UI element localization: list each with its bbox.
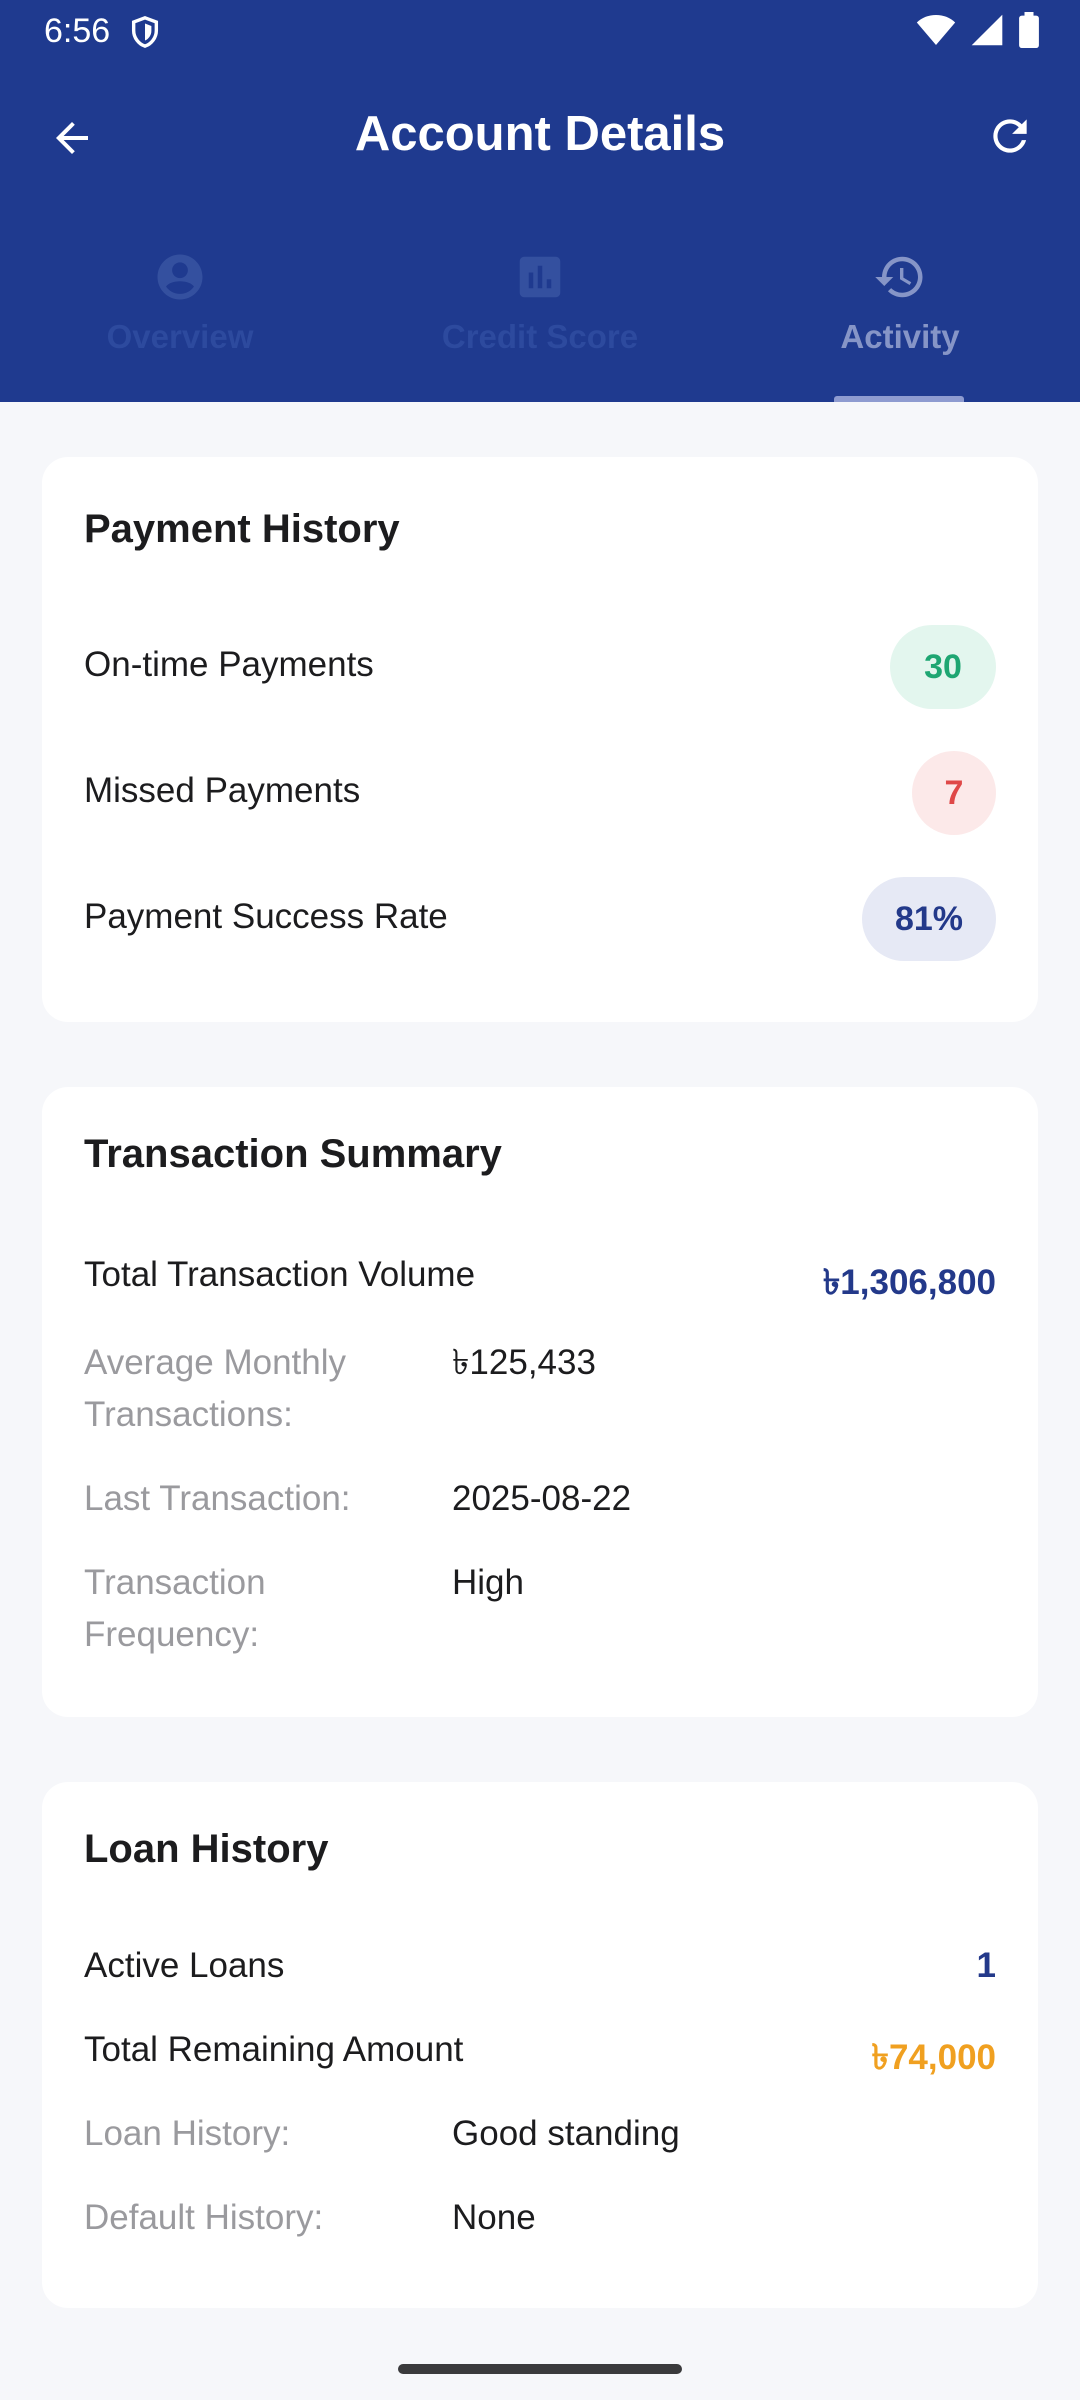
detail-label: Average Monthly Transactions: — [84, 1343, 347, 1434]
tab-label: Activity — [840, 318, 960, 355]
history-icon — [873, 250, 927, 304]
card-title: Transaction Summary — [84, 1132, 502, 1176]
tab-label: Credit Score — [441, 318, 639, 355]
refresh-icon — [985, 111, 1035, 166]
row-label: Missed Payments — [84, 771, 361, 810]
total-volume-label: Total Transaction Volume — [84, 1255, 476, 1294]
card-title: Loan History — [84, 1827, 329, 1871]
tab-activity[interactable]: Activity — [720, 236, 1080, 402]
detail-value: Good standing — [452, 2114, 680, 2153]
detail-label: Loan History: — [84, 2114, 291, 2153]
on-time-payments-badge: 30 — [890, 625, 996, 709]
tab-overview[interactable]: Overview — [0, 236, 360, 402]
detail-label: Transaction Frequency: — [84, 1563, 266, 1654]
account-circle-icon — [153, 250, 207, 304]
status-icons — [916, 12, 1040, 53]
detail-value: 2025-08-22 — [452, 1479, 632, 1518]
tab-label: Overview — [106, 318, 254, 355]
top-app-bar: Account Details — [0, 96, 1080, 180]
refresh-button[interactable] — [980, 108, 1040, 168]
home-indicator[interactable] — [398, 2364, 682, 2374]
loan-history-card: Loan History Active Loans 1 Total Remain… — [42, 1782, 1038, 2308]
detail-value: High — [452, 1563, 524, 1602]
app-header: 6:56 Account Details Overview Credit Sco… — [0, 0, 1080, 402]
bar-chart-icon — [513, 250, 567, 304]
signal-icon — [970, 13, 1004, 52]
tab-bar: Overview Credit Score Activity — [0, 236, 1080, 402]
row-label: On-time Payments — [84, 645, 374, 684]
success-rate-badge: 81% — [862, 877, 996, 961]
active-loans-value: 1 — [976, 1946, 996, 1985]
shield-icon — [128, 14, 162, 50]
status-time: 6:56 — [44, 12, 111, 50]
detail-label: Default History: — [84, 2198, 324, 2237]
total-volume-value: ৳1,306,800 — [822, 1263, 996, 1302]
status-bar: 6:56 — [0, 0, 1080, 64]
wifi-icon — [916, 13, 956, 52]
active-tab-indicator — [834, 396, 964, 402]
transaction-summary-card: Transaction Summary Total Transaction Vo… — [42, 1087, 1038, 1717]
detail-label: Last Transaction: — [84, 1479, 351, 1518]
remaining-amount-label: Total Remaining Amount — [84, 2030, 464, 2069]
card-title: Payment History — [84, 507, 400, 551]
row-label: Payment Success Rate — [84, 897, 448, 936]
battery-icon — [1018, 12, 1040, 53]
payment-history-card: Payment History On-time Payments 30 Miss… — [42, 457, 1038, 1022]
page-title: Account Details — [354, 107, 726, 161]
detail-value: None — [452, 2198, 536, 2237]
remaining-amount-value: ৳74,000 — [871, 2038, 996, 2077]
detail-value: ৳125,433 — [452, 1343, 596, 1382]
tab-credit-score[interactable]: Credit Score — [360, 236, 720, 402]
missed-payments-badge: 7 — [912, 751, 996, 835]
active-loans-label: Active Loans — [84, 1946, 285, 1985]
